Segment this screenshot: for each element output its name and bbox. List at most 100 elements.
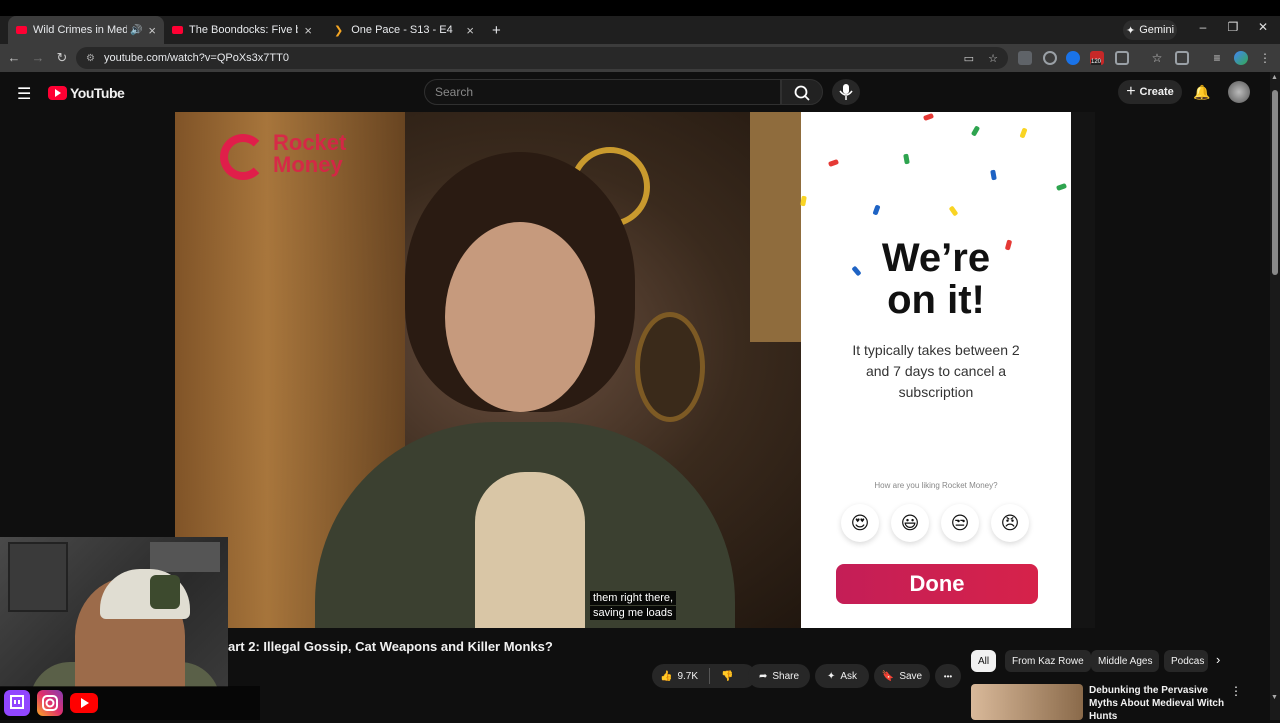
microphone-icon	[839, 84, 853, 100]
webcam-overlay	[0, 537, 228, 687]
youtube-social-icon	[70, 693, 98, 713]
instagram-icon	[37, 690, 63, 716]
ad-body-text: It typically takes between 2 and 7 days …	[852, 342, 1020, 400]
sparkle-icon: ✦	[1125, 24, 1136, 37]
profile-avatar[interactable]	[1234, 51, 1248, 65]
youtube-play-icon	[48, 86, 67, 100]
chip-all[interactable]: All	[971, 650, 997, 672]
share-button[interactable]: ➦ Share	[748, 664, 810, 688]
share-label: Share	[772, 670, 800, 682]
love-emoji-icon[interactable]: 😍	[841, 504, 879, 542]
close-tab-icon[interactable]: ×	[304, 23, 312, 38]
like-button[interactable]: 👍 9.7K	[660, 671, 698, 682]
tab-bar: Wild Crimes in Medieval Ti 🔊 × The Boond…	[0, 16, 1280, 44]
video-scene-person-shirt	[475, 472, 585, 628]
search-input[interactable]: Search	[424, 79, 781, 105]
counter-extension-icon[interactable]: 120	[1090, 51, 1104, 65]
tab-boondocks[interactable]: The Boondocks: Five black f ×	[164, 16, 320, 44]
dislike-button[interactable]: 👎	[721, 671, 733, 682]
chip-middle-ages[interactable]: Middle Ages	[1091, 650, 1160, 672]
tab-title: One Pace - S13 - E4	[351, 24, 453, 36]
rocket-money-logo-icon	[220, 134, 266, 180]
account-avatar[interactable]	[1228, 81, 1250, 103]
youtube-favicon-icon	[172, 26, 183, 34]
save-label: Save	[899, 670, 923, 682]
confetti	[970, 125, 981, 137]
scroll-up-icon[interactable]: ▲	[1271, 74, 1278, 81]
sidepanel-icon[interactable]	[1175, 51, 1189, 65]
scroll-down-icon[interactable]: ▼	[1271, 694, 1278, 701]
webcam-shelf	[150, 542, 220, 572]
smile-emoji-icon[interactable]: 😃	[891, 504, 929, 542]
scrollbar-thumb[interactable]	[1272, 90, 1278, 275]
brand-line-1: Rocket	[273, 130, 347, 155]
video-letterbox	[1071, 112, 1095, 628]
confetti	[800, 195, 807, 207]
new-tab-button[interactable]: +	[484, 16, 504, 44]
ask-button[interactable]: ✦ Ask	[815, 664, 869, 688]
youtube-logo[interactable]: YouTube	[48, 85, 125, 101]
search-button[interactable]	[781, 79, 823, 105]
chip-from-kaz-rowe[interactable]: From Kaz Rowe	[1005, 650, 1091, 672]
bookmark-star-icon[interactable]: ☆	[988, 52, 998, 65]
captions: them right there, saving me loads	[590, 590, 677, 620]
reload-icon[interactable]: ↻	[54, 50, 70, 66]
tab-title: The Boondocks: Five black f	[189, 24, 298, 36]
close-tab-icon[interactable]: ×	[466, 23, 474, 38]
related-video-thumbnail[interactable]	[971, 684, 1083, 720]
rating-question: How are you liking Rocket Money?	[874, 481, 998, 490]
back-icon[interactable]: ←	[6, 50, 22, 66]
audio-extension-icon[interactable]	[1066, 51, 1080, 65]
install-icon[interactable]: ▭	[964, 52, 974, 65]
youtube-logo-text: YouTube	[70, 85, 125, 101]
divider	[709, 668, 711, 684]
more-actions-button[interactable]: •••	[935, 664, 961, 688]
create-label: Create	[1139, 86, 1174, 98]
done-button[interactable]: Done	[836, 564, 1038, 604]
bookmarks-icon[interactable]: ☆	[1150, 51, 1164, 65]
url-field[interactable]: ⚙ youtube.com/watch?v=QPoXs3x7TT0 ▭ ☆	[76, 47, 1008, 69]
tab-one-pace[interactable]: ❯ One Pace - S13 - E4 ×	[326, 16, 482, 44]
angry-emoji-icon[interactable]: 😠	[991, 504, 1029, 542]
minimize-icon[interactable]: –	[1193, 20, 1213, 34]
confetti	[1055, 182, 1068, 192]
caption-line-1: them right there,	[590, 591, 677, 605]
forward-icon[interactable]: →	[30, 50, 46, 66]
hamburger-menu-icon[interactable]: ☰	[17, 84, 31, 104]
close-window-icon[interactable]: ✕	[1253, 20, 1273, 34]
create-button[interactable]: + Create	[1118, 80, 1182, 104]
power-extension-icon[interactable]	[1043, 51, 1057, 65]
brand-line-2: Money	[273, 152, 343, 177]
menu-dots-icon[interactable]: ⋮	[1258, 51, 1272, 65]
video-scene-portrait	[635, 312, 705, 422]
chip-podcasts[interactable]: Podcas	[1164, 650, 1208, 672]
headline-line-1: We’re	[881, 236, 991, 280]
extension-icon[interactable]	[1018, 51, 1032, 65]
media-icon[interactable]: ≡	[1210, 51, 1224, 65]
related-video-title[interactable]: Debunking the Pervasive Myths About Medi…	[1089, 684, 1229, 723]
unamused-emoji-icon[interactable]: 😒	[941, 504, 979, 542]
related-more-icon[interactable]: ⋮	[1230, 684, 1242, 698]
gemini-button[interactable]: ✦ Gemini	[1123, 20, 1177, 40]
like-count: 9.7K	[677, 670, 699, 682]
notifications-bell-icon[interactable]: 🔔	[1193, 84, 1210, 101]
site-info-icon[interactable]: ⚙	[86, 53, 95, 64]
ad-panel: We’re on it! It typically takes between …	[800, 112, 1071, 628]
speaker-icon[interactable]: 🔊	[130, 25, 142, 36]
webcam-poster	[8, 542, 68, 612]
close-tab-icon[interactable]: ×	[148, 23, 156, 38]
twitch-icon	[4, 690, 30, 716]
chevron-right-icon[interactable]: ›	[1216, 652, 1220, 667]
confetti	[990, 169, 997, 181]
tab-wild-crimes[interactable]: Wild Crimes in Medieval Ti 🔊 ×	[8, 16, 164, 44]
save-button[interactable]: 🔖 Save	[874, 664, 930, 688]
rocket-money-logo: Rocket Money	[273, 132, 346, 176]
confetti	[903, 153, 910, 165]
search-icon	[794, 85, 810, 101]
restore-icon[interactable]: ❐	[1223, 20, 1243, 34]
puzzle-icon[interactable]	[1115, 51, 1129, 65]
video-scene-person-face	[445, 222, 595, 412]
voice-search-button[interactable]	[832, 79, 860, 105]
video-player[interactable]: Rocket Money them right there, saving me…	[175, 112, 801, 628]
tab-title: Wild Crimes in Medieval Ti	[33, 24, 127, 36]
